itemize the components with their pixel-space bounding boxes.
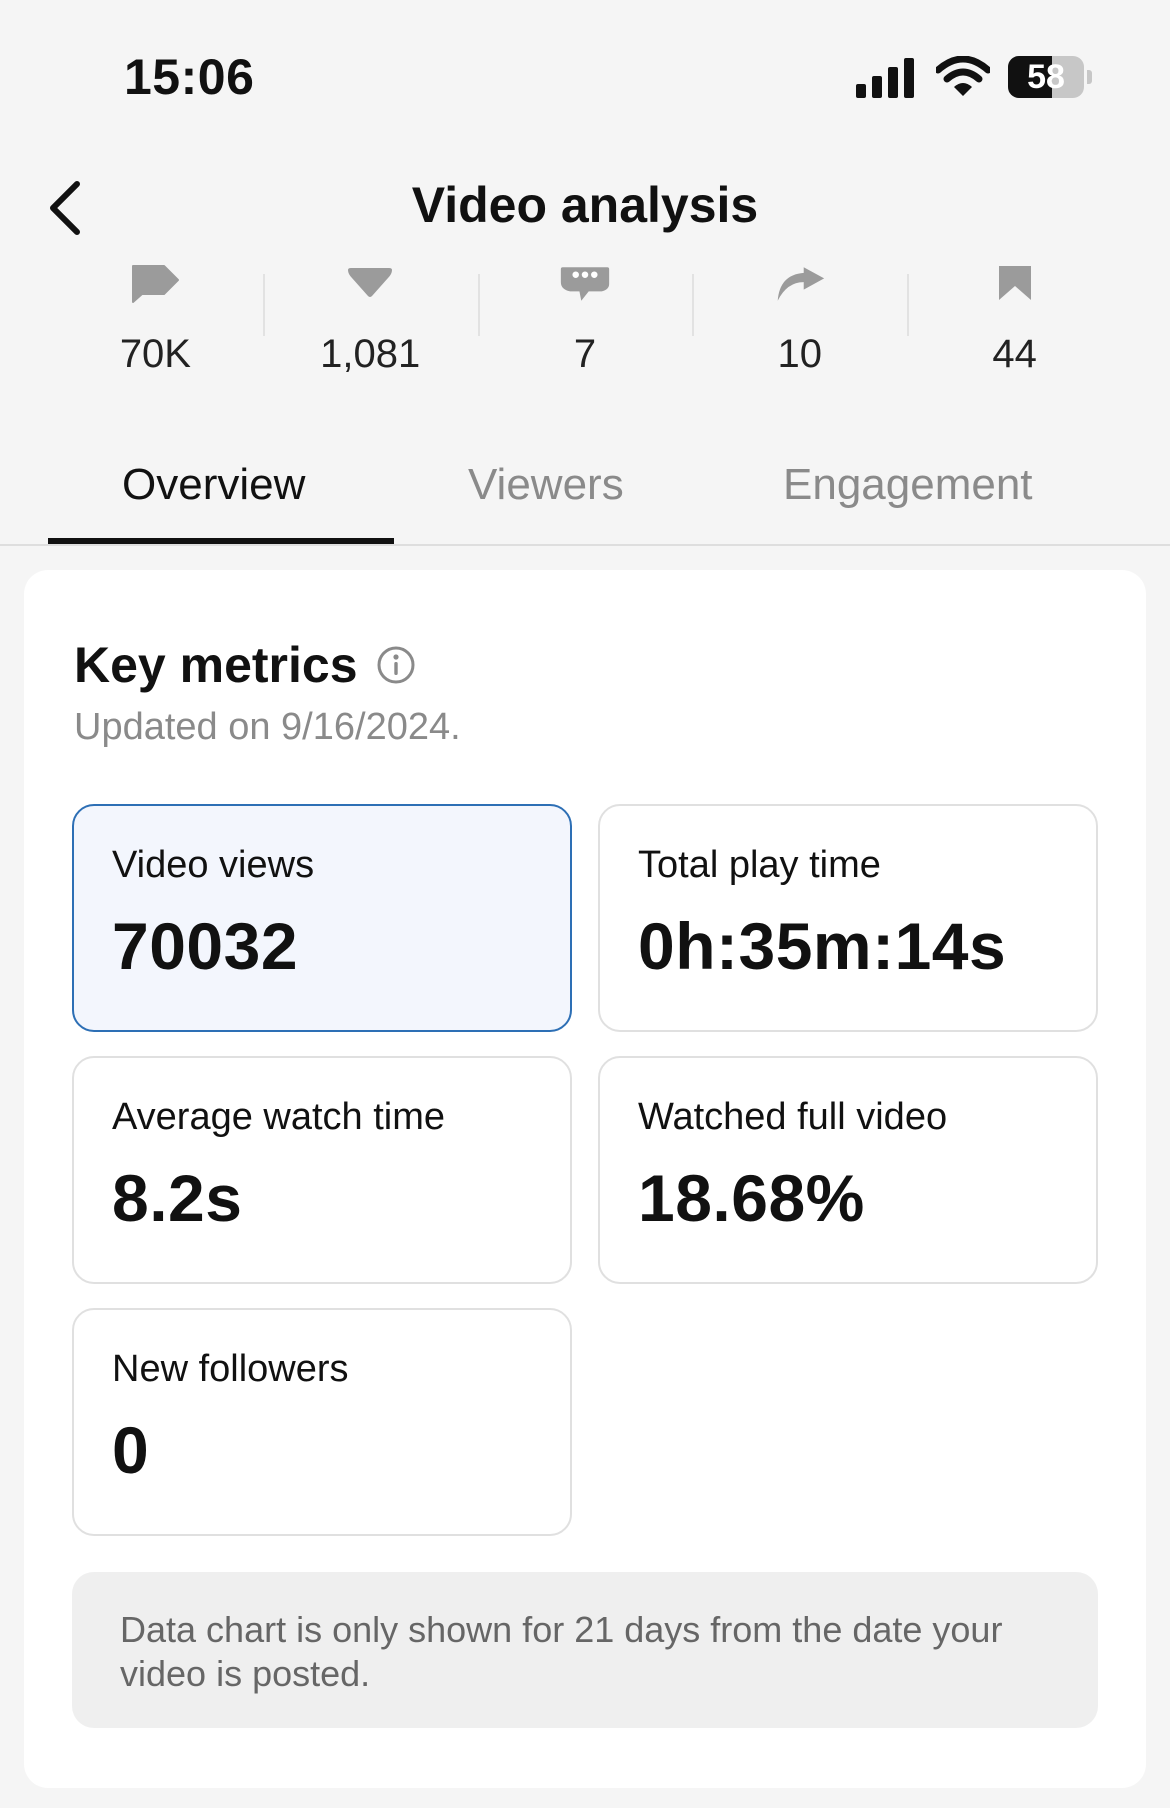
back-button[interactable] — [40, 176, 90, 240]
key-metrics-title: Key metrics — [74, 637, 358, 693]
metric-card-video-views[interactable]: Video views 70032 — [72, 804, 572, 1032]
heart-icon — [344, 262, 396, 306]
tab-engagement[interactable]: Engagement — [783, 460, 1033, 510]
stat-saves-value: 44 — [992, 332, 1037, 376]
share-arrow-icon — [774, 262, 826, 306]
metric-card-new-followers[interactable]: New followers 0 — [72, 1308, 572, 1536]
data-chart-notice: Data chart is only shown for 21 days fro… — [72, 1572, 1098, 1728]
metric-card-watched-full-video[interactable]: Watched full video 18.68% — [598, 1056, 1098, 1284]
stat-likes-value: 1,081 — [320, 332, 421, 376]
status-time: 15:06 — [124, 49, 255, 105]
stat-comments-value: 7 — [573, 332, 597, 376]
metric-value: 8.2s — [112, 1161, 243, 1235]
metric-label: Video views — [112, 844, 315, 886]
metric-label: New followers — [112, 1348, 349, 1390]
tab-overview[interactable]: Overview — [122, 460, 305, 510]
stat-views: 70K — [48, 262, 263, 392]
metric-value: 0 — [112, 1413, 150, 1487]
tab-viewers[interactable]: Viewers — [468, 460, 624, 510]
metric-value: 70032 — [112, 909, 299, 983]
chevron-left-icon — [50, 181, 80, 235]
bookmark-icon — [989, 262, 1041, 306]
key-metrics-card: Key metrics Updated on 9/16/2024. Video … — [24, 570, 1146, 1788]
status-bar: 15:06 58 — [0, 0, 1170, 150]
metric-label: Average watch time — [112, 1096, 446, 1138]
metric-card-total-play-time[interactable]: Total play time 0h:35m:14s — [598, 804, 1098, 1032]
stat-views-value: 70K — [119, 332, 191, 376]
stat-comments: 7 — [477, 262, 693, 392]
stat-shares: 10 — [692, 262, 907, 392]
metric-label: Watched full video — [638, 1096, 948, 1138]
battery-icon: 58 — [1008, 56, 1092, 100]
metric-card-average-watch-time[interactable]: Average watch time 8.2s — [72, 1056, 572, 1284]
stats-row: 70K 1,081 7 10 44 — [48, 262, 1122, 392]
stat-shares-value: 10 — [777, 332, 823, 376]
battery-level: 58 — [1027, 58, 1065, 96]
comment-icon — [559, 262, 611, 306]
info-icon[interactable] — [376, 645, 416, 685]
divider — [0, 544, 1170, 546]
stat-likes: 1,081 — [262, 262, 478, 392]
section-title: Key metrics — [74, 636, 416, 694]
metric-value: 0h:35m:14s — [638, 909, 1007, 983]
metric-label: Total play time — [638, 844, 881, 886]
updated-date: Updated on 9/16/2024. — [74, 706, 461, 748]
metric-value: 18.68% — [638, 1161, 865, 1235]
wifi-icon — [936, 56, 990, 96]
play-flag-icon — [129, 262, 181, 306]
page-title: Video analysis — [411, 177, 759, 233]
tab-bar: Overview Viewers Engagement — [48, 440, 1122, 544]
cellular-signal-icon — [856, 58, 914, 98]
stat-saves: 44 — [907, 262, 1122, 392]
